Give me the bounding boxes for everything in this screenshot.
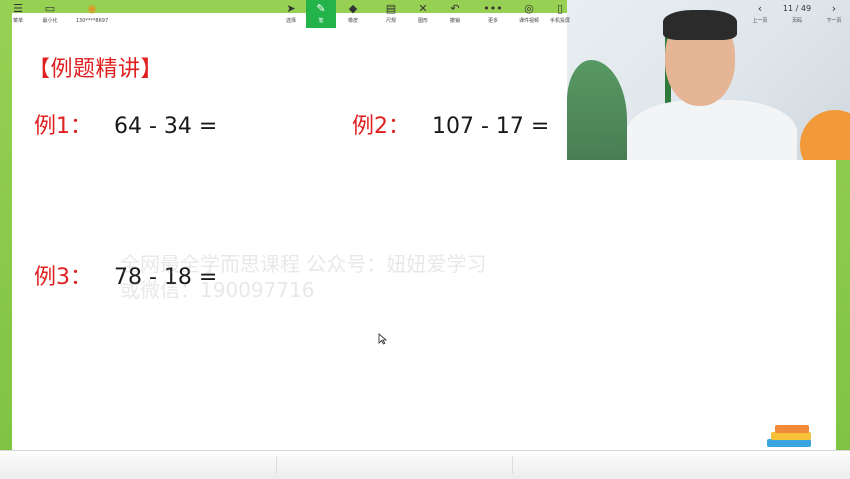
user-id: 130****8697: [75, 18, 109, 24]
tool-eraser-label: 橡皮: [347, 18, 358, 24]
video-icon: ◎: [524, 2, 534, 15]
bottom-toolbar: [0, 450, 850, 479]
teacher-shirt: [627, 100, 797, 160]
pen-icon: ✎: [316, 2, 326, 15]
prev-page-label: 上一页: [752, 18, 768, 24]
tool-shape[interactable]: ✕ 图形: [410, 0, 436, 28]
phone-cast-button[interactable]: ▯ 手机投屏: [546, 0, 574, 28]
user-account[interactable]: ◉ 130****8697: [70, 0, 114, 28]
tool-undo[interactable]: ↶ 撤销: [442, 0, 468, 28]
tool-more[interactable]: ••• 更多: [480, 0, 506, 28]
tool-ruler-label: 尺规: [385, 18, 396, 24]
avatar-icon: ◉: [87, 2, 97, 15]
more-icon: •••: [483, 2, 503, 15]
courseware-video-button[interactable]: ◎ 课件视频: [515, 0, 543, 28]
page-label: 页码: [791, 18, 802, 24]
phone-cast-label: 手机投屏: [549, 18, 570, 24]
watermark-line-2: 或微信：190097716: [120, 278, 315, 302]
tool-pen[interactable]: ✎ 笔: [306, 0, 336, 28]
slide-title: 【例题精讲】: [28, 57, 164, 82]
phone-icon: ▯: [556, 2, 564, 15]
chevron-right-icon: ›: [831, 2, 837, 15]
shape-icon: ✕: [418, 2, 428, 15]
background-orange-object: [800, 110, 850, 160]
books-icon: [767, 425, 811, 447]
tool-ruler[interactable]: ▤ 尺规: [378, 0, 404, 28]
chevron-left-icon: ‹: [757, 2, 763, 15]
mouse-cursor-icon: [378, 333, 388, 345]
example-1-expression: 64 - 34 =: [114, 114, 218, 139]
tool-select-label: 选择: [285, 18, 296, 24]
tool-shape-label: 图形: [417, 18, 428, 24]
example-2-label: 例2：: [352, 114, 410, 139]
tool-select[interactable]: ➤ 选择: [278, 0, 304, 28]
courseware-video-label: 课件视频: [518, 18, 539, 24]
next-page-button[interactable]: › 下一页: [822, 0, 846, 28]
watermark-line-1: 全网最全学而思课程 公众号：妞妞爱学习: [120, 252, 487, 276]
pointer-icon: ➤: [286, 2, 296, 15]
example-1-label: 例1：: [34, 114, 92, 139]
background-plant: [567, 60, 627, 160]
menu-button[interactable]: ☰ 菜单: [4, 0, 32, 28]
tool-undo-label: 撤销: [449, 18, 460, 24]
undo-icon: ↶: [450, 2, 460, 15]
eraser-icon: ◆: [348, 2, 358, 15]
page-indicator[interactable]: 11 / 49 页码: [775, 0, 819, 28]
example-2-expression: 107 - 17 =: [432, 114, 550, 139]
minimize-button[interactable]: ▭ 最小化: [36, 0, 64, 28]
tool-more-label: 更多: [487, 18, 498, 24]
next-page-label: 下一页: [826, 18, 842, 24]
example-3-label: 例3：: [34, 265, 92, 290]
prev-page-button[interactable]: ‹ 上一页: [748, 0, 772, 28]
minimize-icon: ▭: [44, 2, 56, 15]
teacher-hair: [663, 10, 737, 40]
example-1: 例1： 64 - 34 =: [34, 108, 217, 140]
menu-icon: ☰: [13, 2, 23, 15]
watermark: 全网最全学而思课程 公众号：妞妞爱学习 或微信：190097716: [120, 251, 486, 303]
minimize-label: 最小化: [42, 18, 58, 24]
example-2: 例2： 107 - 17 =: [352, 108, 549, 140]
tool-pen-label: 笔: [318, 18, 324, 24]
tool-eraser[interactable]: ◆ 橡皮: [340, 0, 366, 28]
page-number: 11 / 49: [782, 4, 812, 13]
toolbar-divider: [512, 456, 513, 474]
ruler-icon: ▤: [385, 2, 397, 15]
toolbar-divider: [276, 456, 277, 474]
menu-label: 菜单: [12, 18, 23, 24]
